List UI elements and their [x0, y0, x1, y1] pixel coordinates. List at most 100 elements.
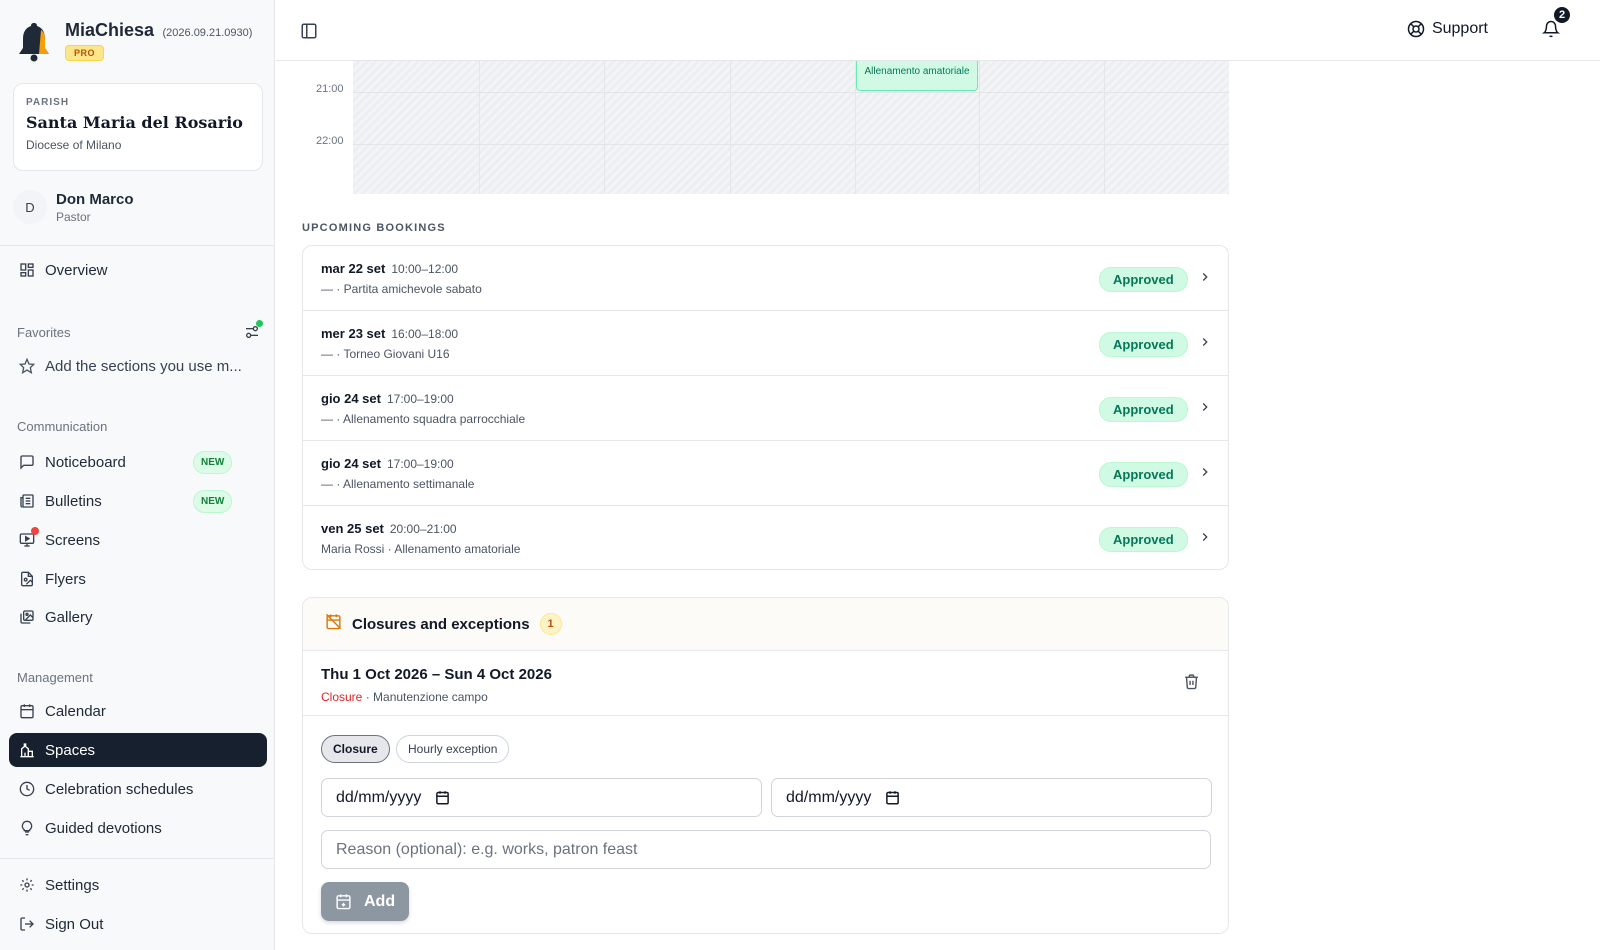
sidebar-item-noticeboard[interactable]: Noticeboard NEW [9, 445, 267, 479]
calendar-picker-icon[interactable] [885, 790, 900, 805]
sidebar-item-bulletins[interactable]: Bulletins NEW [9, 484, 267, 518]
start-date-placeholder: dd/mm/yyyy [336, 788, 422, 806]
closures-title: Closures and exceptions [352, 615, 530, 633]
sidebar-item-guided-devotions[interactable]: Guided devotions [9, 811, 267, 845]
star-icon [18, 358, 35, 375]
new-badge: NEW [193, 450, 233, 474]
parish-label: PARISH [26, 97, 70, 108]
favorites-settings-icon[interactable] [244, 320, 263, 340]
tab-hourly-exception[interactable]: Hourly exception [396, 735, 510, 763]
screen-icon [18, 526, 39, 549]
booking-time: 17:00–19:00 [386, 457, 454, 471]
sidebar-item-celebration-schedules[interactable]: Celebration schedules [9, 772, 267, 806]
booking-row[interactable]: gio 24 set 17:00–19:00 — · Allenamento se… [303, 441, 1228, 506]
sidebar: MiaChiesa (2026.09.21.0930) PRO PARISH S… [0, 0, 275, 950]
status-badge: Approved [1099, 397, 1188, 422]
sidebar-item-gallery[interactable]: Gallery [9, 600, 267, 634]
file-image-icon [18, 571, 35, 588]
closures-count-badge: 1 [539, 613, 562, 635]
sidebar-item-label: Screens [45, 531, 101, 549]
chevron-right-icon [1198, 530, 1212, 549]
booking-date: ven 25 set [321, 521, 384, 536]
user-name: Don Marco [56, 190, 134, 208]
sidebar-item-label: Celebration schedules [45, 780, 194, 798]
add-button-label: Add [364, 892, 396, 910]
status-badge: Approved [1099, 462, 1188, 487]
booking-row[interactable]: mar 22 set 10:00–12:00 — · Partita amiche… [303, 246, 1228, 311]
favorites-hint[interactable]: Add the sections you use m... [9, 349, 267, 383]
closure-type: Closure [321, 690, 363, 704]
user-role: Pastor [56, 209, 91, 224]
status-badge: Approved [1099, 332, 1188, 357]
booking-date: mar 22 set [321, 261, 386, 276]
add-closure-button[interactable]: Add [321, 882, 409, 921]
booking-row[interactable]: gio 24 set 17:00–19:00 — · Allenamento sq… [303, 376, 1228, 441]
booking-time: 17:00–19:00 [386, 392, 454, 406]
closure-item: Thu 1 Oct 2026 – Sun 4 Oct 2026 Closure … [303, 651, 1228, 716]
booking-description: Maria Rossi · Allenamento amatoriale [321, 542, 521, 556]
end-date-input[interactable]: dd/mm/yyyy [771, 778, 1212, 817]
reason-input[interactable] [321, 830, 1211, 869]
favorites-hint-label: Add the sections you use m... [45, 357, 242, 375]
support-button[interactable]: Support [1407, 20, 1488, 38]
notifications-count: 2 [1552, 5, 1572, 25]
booking-time: 20:00–21:00 [389, 522, 457, 536]
bookings-list: mar 22 set 10:00–12:00 — · Partita amiche… [302, 245, 1229, 570]
user-profile[interactable]: D Don Marco Pastor [13, 190, 134, 224]
new-badge: NEW [193, 489, 233, 513]
closures-header: Closures and exceptions 1 [303, 598, 1228, 651]
status-badge: Approved [1099, 267, 1188, 292]
management-label: Management [17, 670, 93, 685]
booking-description: — · Partita amichevole sabato [321, 282, 482, 296]
closure-date-range: Thu 1 Oct 2026 – Sun 4 Oct 2026 [321, 666, 552, 683]
lightbulb-icon [18, 820, 35, 837]
sidebar-item-screens[interactable]: Screens [9, 523, 267, 557]
sidebar-item-label: Spaces [45, 741, 96, 759]
sidebar-item-flyers[interactable]: Flyers [9, 562, 267, 596]
sidebar-item-settings[interactable]: Settings [9, 868, 267, 902]
sidebar-item-sign-out[interactable]: Sign Out [9, 907, 267, 941]
parish-diocese: Diocese of Milano [26, 138, 122, 152]
calendar-grid [353, 61, 1229, 194]
logout-icon [18, 916, 35, 933]
sidebar-toggle-icon[interactable] [300, 22, 318, 40]
church-icon [18, 742, 35, 759]
calendar-column-line [1104, 61, 1105, 194]
time-label: 22:00 [316, 135, 344, 147]
trash-icon[interactable] [1183, 673, 1200, 695]
chevron-right-icon [1198, 335, 1212, 354]
calendar-column-line [604, 61, 605, 194]
chevron-right-icon [1198, 465, 1212, 484]
upcoming-bookings-heading: UPCOMING BOOKINGS [302, 222, 446, 234]
booking-description: — · Allenamento settimanale [321, 477, 475, 491]
calendar-picker-icon[interactable] [435, 790, 450, 805]
notifications-bell-icon[interactable]: 2 [1541, 5, 1572, 40]
booking-description: — · Allenamento squadra parrocchiale [321, 412, 526, 426]
booking-date: gio 24 set [321, 391, 381, 406]
sidebar-divider [0, 858, 275, 859]
avatar: D [13, 190, 47, 224]
calendar-off-icon [325, 613, 342, 635]
sidebar-item-spaces[interactable]: Spaces [9, 733, 267, 767]
sidebar-item-overview[interactable]: Overview [9, 253, 267, 287]
newspaper-icon [18, 493, 35, 510]
calendar-event[interactable]: Allenamento amatoriale [856, 61, 978, 91]
sidebar-item-label: Sign Out [45, 915, 104, 933]
favorites-dot [256, 320, 263, 327]
parish-card[interactable]: PARISH Santa Maria del Rosario Diocese o… [13, 83, 263, 171]
brand[interactable]: MiaChiesa (2026.09.21.0930) PRO [17, 20, 252, 62]
bell-logo-icon [19, 23, 49, 62]
chevron-right-icon [1198, 400, 1212, 419]
tab-closure[interactable]: Closure [321, 735, 390, 763]
booking-row[interactable]: ven 25 set 20:00–21:00 Maria Rossi · Alle… [303, 506, 1228, 569]
sidebar-item-calendar[interactable]: Calendar [9, 694, 267, 728]
booking-row[interactable]: mer 23 set 16:00–18:00 — · Torneo Giovani… [303, 311, 1228, 376]
start-date-input[interactable]: dd/mm/yyyy [321, 778, 762, 817]
sidebar-item-label: Gallery [45, 608, 93, 626]
clock-icon [18, 781, 35, 798]
app-name: MiaChiesa [65, 20, 155, 40]
booking-time: 16:00–18:00 [391, 327, 459, 341]
screens-alert-dot [31, 526, 39, 535]
calendar-row-line [353, 144, 1229, 145]
message-icon [18, 454, 35, 471]
